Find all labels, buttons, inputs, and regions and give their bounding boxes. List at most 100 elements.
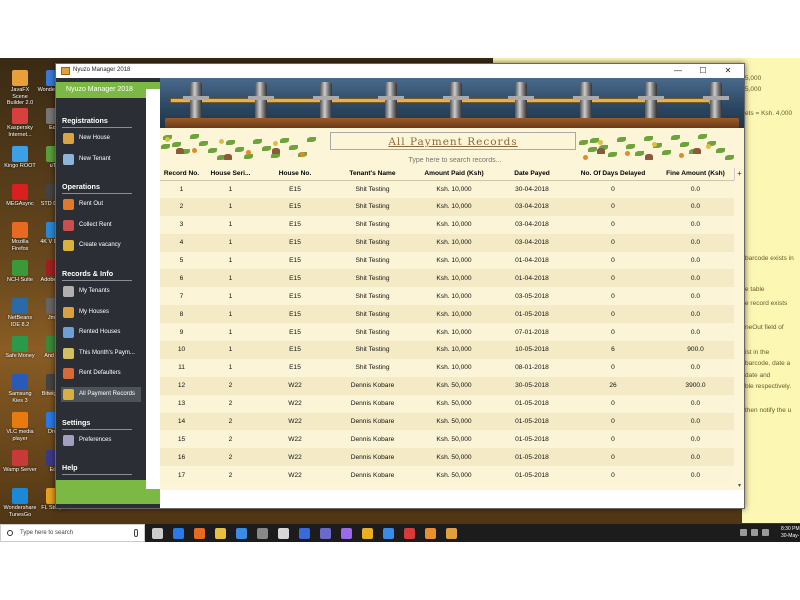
leaf-graphic	[608, 152, 617, 157]
app-icon-9[interactable]	[320, 528, 331, 539]
sidebar-item-new-house[interactable]: New House	[61, 131, 141, 146]
volume-icon[interactable]	[762, 529, 769, 536]
sidebar-item-create-vacancy[interactable]: Create vacancy	[61, 238, 141, 253]
desktop-icon-safe-money[interactable]: Safe Money	[3, 336, 37, 360]
table-row[interactable]: 4 1 E15 Shit Testing Ksh. 10,000 03-04-2018 0 0…	[160, 233, 734, 252]
desktop-icon-netbeans-ide-8-2[interactable]: NetBeans IDE 8.2	[3, 298, 37, 328]
table-row[interactable]: 13 2 W22 Dennis Kobare Ksh. 50,000 01-05-2018…	[160, 394, 734, 413]
tray-chevron-icon[interactable]	[740, 529, 747, 536]
table-row[interactable]: 6 1 E15 Shit Testing Ksh. 10,000 01-04-2018 0 0…	[160, 269, 734, 288]
app-icon-7[interactable]	[278, 528, 289, 539]
desktop-icon-javafx-scene-builder-2-0[interactable]: JavaFX Scene Builder 2.0	[3, 70, 37, 107]
network-icon[interactable]	[751, 529, 758, 536]
app-icon-8[interactable]	[299, 528, 310, 539]
sidebar-item-collect-rent[interactable]: Collect Rent	[61, 218, 141, 233]
desktop-icon-vlc-media-player[interactable]: VLC media player	[3, 412, 37, 442]
table-cell: 0.0	[657, 430, 734, 449]
app-icon-13[interactable]	[404, 528, 415, 539]
minimize-button[interactable]: —	[667, 65, 689, 77]
chrome-icon[interactable]	[362, 528, 373, 539]
column-header-date-payed[interactable]: Date Payed	[495, 168, 569, 181]
flower-graphic	[300, 152, 305, 157]
table-row[interactable]: 14 2 W22 Dennis Kobare Ksh. 50,000 01-05-2018…	[160, 412, 734, 431]
table-cell: Ksh. 10,000	[413, 251, 495, 270]
table-cell: E15	[258, 341, 332, 359]
firefox-icon[interactable]	[194, 528, 205, 539]
maximize-button[interactable]: ☐	[692, 65, 714, 77]
column-header-no-of-days-delayed[interactable]: No. Of Days Delayed	[569, 168, 657, 181]
table-row[interactable]: 15 2 W22 Dennis Kobare Ksh. 50,000 01-05-2018…	[160, 430, 734, 449]
table-cell: E15	[258, 269, 332, 288]
sidebar-item-all-payment-records[interactable]: All Payment Records	[61, 387, 141, 402]
table-row[interactable]: 12 2 W22 Dennis Kobare Ksh. 50,000 30-05-2018…	[160, 376, 734, 395]
table-row[interactable]: 7 1 E15 Shit Testing Ksh. 10,000 03-05-2018 0 0…	[160, 287, 734, 306]
edge-icon[interactable]	[173, 528, 184, 539]
sidebar-item-my-houses[interactable]: My Houses	[61, 305, 141, 320]
desktop-icon-wondershare-tunesgo[interactable]: Wondershare TunesGo	[3, 488, 37, 518]
desktop-icon-megasync[interactable]: MEGAsync	[3, 184, 37, 208]
sidebar-item-label: New Tenant	[79, 155, 111, 162]
table-cell: Ksh. 10,000	[413, 305, 495, 324]
app-icon-12[interactable]	[383, 528, 394, 539]
add-column-button[interactable]: +	[734, 168, 744, 180]
column-header-house-no[interactable]: House No.	[258, 168, 332, 181]
desktop-icon-wamp-server[interactable]: Wamp Server	[3, 450, 37, 474]
vertical-scrollbar[interactable]	[736, 181, 743, 490]
app-icon-14[interactable]	[425, 528, 436, 539]
sidebar-item-rent-out[interactable]: Rent Out	[61, 197, 141, 212]
column-header-amount-paid-ksh[interactable]: Amount Paid (Ksh)	[413, 168, 495, 181]
file-explorer-icon[interactable]	[215, 528, 226, 539]
app-icon-graphic	[12, 146, 28, 162]
app-icon-10[interactable]	[341, 528, 352, 539]
microphone-icon[interactable]	[134, 529, 138, 537]
defaulters-icon	[63, 368, 74, 380]
table-cell: 0	[569, 448, 657, 467]
sidebar-item-rented-houses[interactable]: Rented Houses	[61, 325, 141, 340]
close-button[interactable]: ✕	[717, 65, 739, 77]
desktop-icon-mozilla-firefox[interactable]: Mozilla Firefox	[3, 222, 37, 252]
search-input[interactable]	[370, 154, 540, 166]
sidebar-item-rent-defaulters[interactable]: Rent Defaulters	[61, 366, 141, 381]
table-row[interactable]: 9 1 E15 Shit Testing Ksh. 10,000 07-01-2018 0 0…	[160, 323, 734, 342]
table-cell: Shit Testing	[332, 323, 413, 342]
binder-ring-bar-graphic	[248, 96, 274, 100]
task-view-icon[interactable]	[152, 528, 163, 539]
table-row[interactable]: 5 1 E15 Shit Testing Ksh. 10,000 01-04-2018 0 0…	[160, 251, 734, 270]
table-cell: 01-05-2018	[495, 448, 569, 467]
title-bar[interactable]: Nyuzo Manager 2018 — ☐ ✕	[56, 64, 744, 78]
nyuzo-manager-taskbar-icon[interactable]	[446, 528, 457, 539]
table-row[interactable]: 11 1 E15 Shit Testing Ksh. 10,000 08-01-2018 0…	[160, 358, 734, 377]
table-row[interactable]: 3 1 E15 Shit Testing Ksh. 10,000 03-04-2018 0 0…	[160, 215, 734, 234]
table-cell: E15	[258, 197, 332, 216]
flower-graphic	[165, 137, 170, 142]
taskbar-search-box[interactable]: Type here to search	[0, 524, 145, 542]
sidebar-item-my-tenants[interactable]: My Tenants	[61, 284, 141, 299]
table-row[interactable]: 10 1 E15 Shit Testing Ksh. 10,000 10-05-2018 6…	[160, 341, 734, 359]
column-header-fine-amount-ksh[interactable]: Fine Amount (Ksh)	[657, 168, 734, 181]
column-header-house-seri[interactable]: House Seri...	[203, 168, 258, 181]
table-cell: 03-04-2018	[495, 215, 569, 234]
table-row[interactable]: 16 2 W22 Dennis Kobare Ksh. 50,000 01-05-2018…	[160, 448, 734, 467]
sidebar-item-new-tenant[interactable]: New Tenant	[61, 152, 141, 167]
scroll-down-arrow-icon[interactable]: ▾	[736, 482, 743, 490]
sidebar-item-this-month-s-paym[interactable]: This Month's Paym...	[61, 346, 141, 361]
clock-date[interactable]: 30-May-	[781, 533, 799, 539]
column-header-record-no[interactable]: Record No.	[160, 168, 203, 181]
sidebar-item-preferences[interactable]: Preferences	[61, 433, 141, 448]
table-row[interactable]: 17 2 W22 Dennis Kobare Ksh. 50,000 01-05-2018…	[160, 466, 734, 485]
desktop-icon-kaspersky-internet[interactable]: Kaspersky Internet...	[3, 108, 37, 138]
table-row[interactable]: 1 1 E15 Shit Testing Ksh. 10,000 30-04-2018 0 0…	[160, 180, 734, 198]
table-cell: 0.0	[657, 394, 734, 413]
app-icon-6[interactable]	[257, 528, 268, 539]
desktop-icon-nch-suite[interactable]: NCH Suite	[3, 260, 37, 284]
column-header-tenant-s-name[interactable]: Tenant's Name	[332, 168, 413, 181]
table-row[interactable]: 8 1 E15 Shit Testing Ksh. 10,000 01-05-2018 0 0…	[160, 305, 734, 324]
desktop-icon-samsung-kies-3[interactable]: Samsung Kies 3	[3, 374, 37, 404]
desktop-icon-kingo-root[interactable]: Kingo ROOT	[3, 146, 37, 170]
clock-time[interactable]: 8:30 PM	[781, 526, 800, 532]
sticky-note-line: then notify the u	[745, 407, 792, 414]
table-cell: 5	[160, 251, 203, 270]
table-cell: Dennis Kobare	[332, 412, 413, 431]
table-row[interactable]: 2 1 E15 Shit Testing Ksh. 10,000 03-04-2018 0 0…	[160, 197, 734, 216]
store-icon[interactable]	[236, 528, 247, 539]
